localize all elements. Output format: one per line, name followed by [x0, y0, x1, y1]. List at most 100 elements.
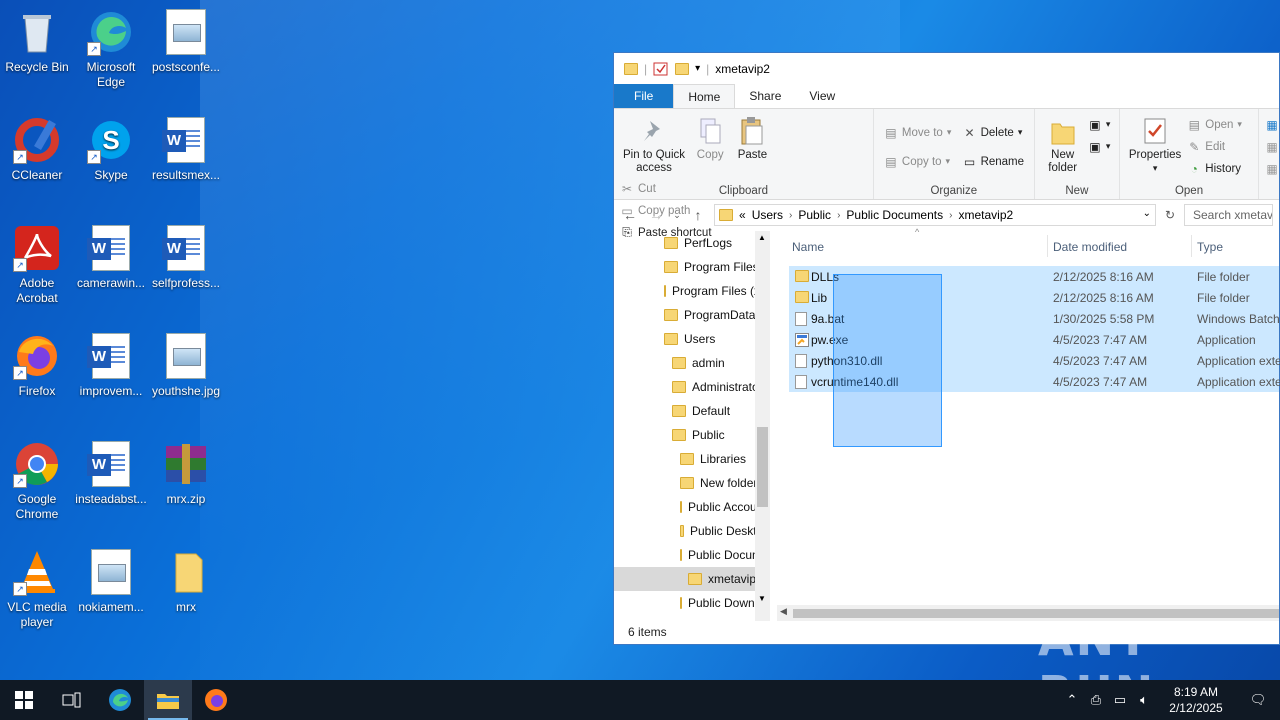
- new-folder-button[interactable]: New folder: [1041, 113, 1085, 177]
- volume-icon[interactable]: 🔈︎: [1132, 692, 1156, 708]
- nav-tree-item[interactable]: Public Account Pictures: [614, 495, 770, 519]
- overflow-chevrons[interactable]: «: [739, 208, 746, 222]
- breadcrumb-chevron-icon[interactable]: ›: [789, 210, 792, 221]
- file-row[interactable]: python310.dll 4/5/2023 7:47 AM Application…: [789, 350, 1280, 371]
- nav-tree-item[interactable]: admin: [614, 351, 770, 375]
- breadcrumb-item[interactable]: Public: [798, 208, 831, 222]
- nav-tree-item[interactable]: PerfLogs: [614, 231, 770, 255]
- column-divider[interactable]: [1047, 235, 1048, 257]
- copy-path-button[interactable]: ▭ Copy path: [620, 201, 712, 220]
- file-row[interactable]: Lib 2/12/2025 8:16 AM File folder: [789, 287, 1279, 308]
- tab-file[interactable]: File: [614, 84, 674, 108]
- breadcrumb-chevron-icon[interactable]: ›: [837, 210, 840, 221]
- easy-access-button[interactable]: ▣ ▾: [1088, 137, 1110, 156]
- desktop-icon[interactable]: Wselfprofess...: [149, 224, 223, 291]
- rename-button[interactable]: ▭ Rename: [963, 152, 1024, 171]
- delete-button[interactable]: ✕ Delete ▾: [963, 123, 1024, 142]
- taskbar-firefox[interactable]: [192, 680, 240, 720]
- desktop-icon[interactable]: S ↗ Skype: [74, 116, 148, 183]
- nav-tree-item[interactable]: Administrator: [614, 375, 770, 399]
- open-button[interactable]: ▤ Open ▾: [1187, 115, 1242, 134]
- nav-tree-item[interactable]: Public Desktop: [614, 519, 770, 543]
- desktop-icon[interactable]: ↗ CCleaner: [0, 116, 74, 183]
- desktop-icon[interactable]: mrx.zip: [149, 440, 223, 507]
- desktop-icon[interactable]: mrx: [149, 548, 223, 615]
- taskbar-edge[interactable]: [96, 680, 144, 720]
- address-dropdown-icon[interactable]: ⌄: [1143, 208, 1151, 219]
- breadcrumb-item[interactable]: xmetavip2: [958, 208, 1013, 222]
- new-folder-quick-icon[interactable]: [675, 62, 690, 75]
- nav-tree-item[interactable]: Program Files (x86): [614, 279, 770, 303]
- tab-share[interactable]: Share: [735, 84, 795, 108]
- nav-tree-item[interactable]: Public Documents: [614, 543, 770, 567]
- nav-tree-item[interactable]: Public: [614, 423, 770, 447]
- desktop-icon[interactable]: ↗ Firefox: [0, 332, 74, 399]
- nav-tree-item[interactable]: Libraries: [614, 447, 770, 471]
- copy-button[interactable]: Copy: [691, 113, 729, 164]
- file-row[interactable]: DLLs 2/12/2025 8:16 AM File folder: [789, 266, 1279, 287]
- file-explorer-window[interactable]: | ▾ | xmetavip2 File Home Share View Pin…: [613, 52, 1280, 645]
- tab-home[interactable]: Home: [673, 84, 736, 108]
- desktop-icon[interactable]: nokiamem...: [74, 548, 148, 615]
- desktop-icon[interactable]: Winsteadabst...: [74, 440, 148, 507]
- history-button[interactable]: ◔ History: [1187, 159, 1242, 178]
- desktop-icon[interactable]: ↗ Google Chrome: [0, 440, 74, 522]
- select-none-button[interactable]: ▦: [1265, 137, 1279, 156]
- desktop-icon[interactable]: ↗ Microsoft Edge: [74, 8, 148, 90]
- column-divider[interactable]: [1191, 235, 1192, 257]
- column-date-modified[interactable]: Date modified: [1053, 240, 1127, 254]
- nav-tree-item[interactable]: Default: [614, 399, 770, 423]
- column-name[interactable]: Name: [792, 240, 824, 254]
- nav-tree-item[interactable]: New folder: [614, 471, 770, 495]
- invert-selection-button[interactable]: ▦: [1265, 159, 1279, 178]
- start-button[interactable]: [0, 680, 48, 720]
- search-input[interactable]: Search xmetavip2: [1184, 204, 1273, 226]
- desktop-icon[interactable]: postsconfe...: [149, 8, 223, 75]
- notifications-icon[interactable]: 🗨︎: [1236, 692, 1280, 708]
- pin-quick-access-button[interactable]: Pin to Quick access: [620, 113, 688, 177]
- nav-tree-item[interactable]: Users: [614, 327, 770, 351]
- file-row[interactable]: 9a.bat 1/30/2025 5:58 PM Windows Batch Fil…: [789, 308, 1280, 329]
- nav-scrollbar-thumb[interactable]: [757, 427, 768, 507]
- copy-to-button[interactable]: ▤ Copy to ▾: [884, 152, 951, 171]
- desktop-icon[interactable]: youthshe.jpg: [149, 332, 223, 399]
- edit-button[interactable]: ✎ Edit: [1187, 137, 1242, 156]
- desktop-icon[interactable]: ↗ Adobe Acrobat: [0, 224, 74, 306]
- show-hidden-icons-chevron-icon[interactable]: ⌃: [1060, 692, 1084, 708]
- nav-scrollbar[interactable]: ▲ ▼: [755, 231, 770, 621]
- file-list-pane[interactable]: ^ Name Date modified Type DLLs 2/12/2025 …: [777, 227, 1280, 621]
- desktop-icon[interactable]: Wcamerawin...: [74, 224, 148, 291]
- nav-tree-item[interactable]: Program Files: [614, 255, 770, 279]
- refresh-icon[interactable]: ↻: [1162, 208, 1178, 222]
- navigation-pane[interactable]: PerfLogs Program Files Program Files (x86)…: [614, 231, 770, 621]
- title-bar[interactable]: | ▾ | xmetavip2: [614, 53, 1279, 84]
- breadcrumb-item[interactable]: Users: [752, 208, 783, 222]
- paste-button[interactable]: Paste: [732, 113, 772, 164]
- taskbar-file-explorer[interactable]: [144, 680, 192, 720]
- scroll-up-icon[interactable]: ▲: [758, 233, 766, 242]
- network-icon[interactable]: ▭: [1108, 692, 1132, 708]
- nav-tree-item[interactable]: xmetavip2: [614, 567, 770, 591]
- new-item-button[interactable]: ▣ ▾: [1088, 115, 1110, 134]
- move-to-button[interactable]: ▤ Move to ▾: [884, 123, 951, 142]
- tab-view[interactable]: View: [795, 84, 849, 108]
- task-view-button[interactable]: [48, 680, 96, 720]
- properties-quick-icon[interactable]: [653, 62, 669, 76]
- nav-tree-item[interactable]: Public Downloads: [614, 591, 770, 615]
- desktop-icon[interactable]: ↗ VLC media player: [0, 548, 74, 630]
- nav-tree-item[interactable]: ProgramData: [614, 303, 770, 327]
- quick-access-dropdown-icon[interactable]: ▾: [695, 63, 700, 74]
- file-row[interactable]: pw.exe 4/5/2023 7:47 AM Application: [789, 329, 1279, 350]
- device-icon[interactable]: ⎙: [1084, 692, 1108, 708]
- properties-button[interactable]: Properties ▾: [1126, 113, 1184, 177]
- column-type[interactable]: Type: [1197, 240, 1223, 254]
- desktop-icon[interactable]: Wresultsmex...: [149, 116, 223, 183]
- breadcrumb-chevron-icon[interactable]: ›: [949, 210, 952, 221]
- desktop-icon[interactable]: Wimprovem...: [74, 332, 148, 399]
- scroll-left-icon[interactable]: ◀: [780, 606, 787, 617]
- file-row[interactable]: vcruntime140.dll 4/5/2023 7:47 AM Applicat…: [789, 371, 1280, 392]
- breadcrumb-item[interactable]: Public Documents: [846, 208, 943, 222]
- clock[interactable]: 8:19 AM 2/12/2025: [1156, 684, 1236, 716]
- address-bar[interactable]: « Users › Public › Public Documents › xmetavip…: [714, 204, 1156, 226]
- desktop-icon[interactable]: Recycle Bin: [0, 8, 74, 75]
